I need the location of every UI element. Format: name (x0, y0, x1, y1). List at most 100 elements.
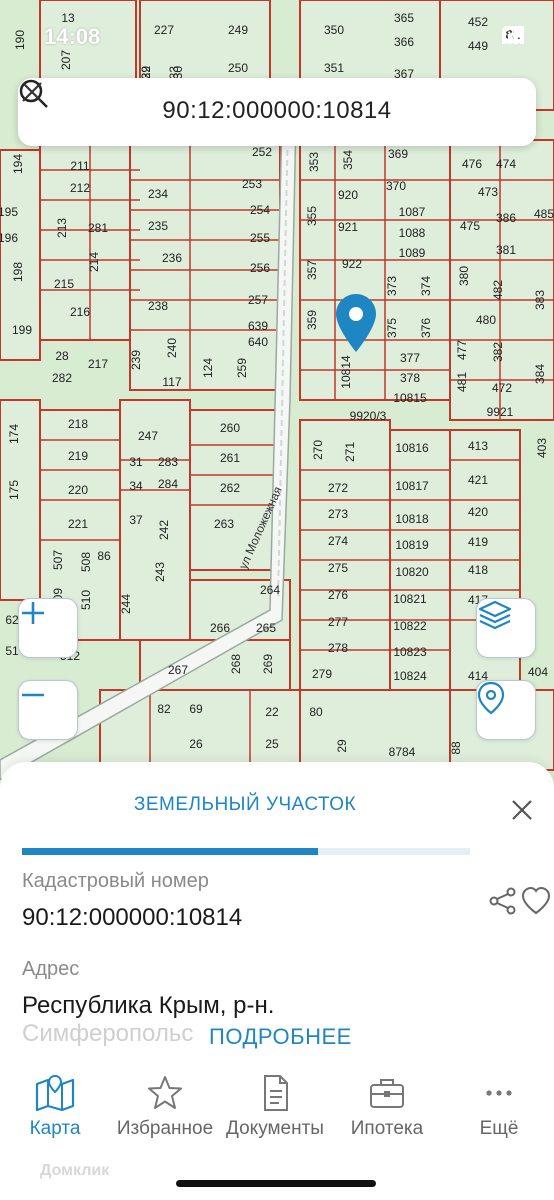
parcel-label[interactable]: 276 (328, 588, 348, 602)
parcel-label[interactable]: 264 (260, 583, 280, 597)
parcel-label[interactable]: 381 (496, 243, 516, 257)
parcel-label[interactable]: 88 (449, 741, 463, 755)
parcel-label[interactable]: 257 (248, 293, 268, 307)
parcel-label[interactable]: 10818 (395, 512, 429, 526)
parcel-label[interactable]: 380 (457, 266, 471, 286)
parcel-label[interactable]: 351 (324, 61, 344, 75)
close-icon[interactable] (508, 796, 536, 824)
parcel-label[interactable]: 218 (68, 417, 88, 431)
parcel-label[interactable]: 482 (491, 280, 505, 300)
parcel-label[interactable]: 353 (307, 152, 321, 172)
parcel-label[interactable]: 421 (468, 473, 488, 487)
parcel-label[interactable]: 215 (54, 277, 74, 291)
parcel-label[interactable]: 269 (261, 654, 275, 674)
parcel-label[interactable]: 213 (55, 218, 69, 238)
parcel-label[interactable]: 80 (309, 705, 323, 719)
parcel-label[interactable]: 217 (88, 357, 108, 371)
parcel-label[interactable]: 267 (168, 663, 188, 677)
parcel-label[interactable]: 921 (338, 220, 358, 234)
search-input[interactable]: 90:12:000000:10814 (18, 97, 536, 125)
close-icon[interactable] (18, 78, 46, 106)
parcel-label[interactable]: 507 (51, 550, 65, 570)
parcel-label[interactable]: 266 (210, 621, 230, 635)
parcel-label[interactable]: 384 (533, 364, 547, 384)
parcel-label[interactable]: 28 (55, 349, 69, 363)
parcel-label[interactable]: 10820 (395, 565, 429, 579)
parcel-label[interactable]: 86 (97, 549, 111, 563)
parcel-label[interactable]: 25 (265, 737, 279, 751)
parcel-label[interactable]: 174 (7, 424, 21, 444)
parcel-label[interactable]: 10817 (395, 479, 429, 493)
parcel-label[interactable]: 9921 (487, 405, 514, 419)
parcel-label[interactable]: 9920/3 (350, 409, 387, 423)
parcel-label[interactable]: 481 (455, 372, 469, 392)
parcel-label[interactable]: 1089 (399, 246, 426, 260)
parcel-label[interactable]: 263 (214, 517, 234, 531)
parcel-label[interactable]: 252 (252, 145, 272, 159)
parcel-label[interactable]: 277 (328, 615, 348, 629)
parcel-label[interactable]: 234 (148, 187, 168, 201)
parcel-label[interactable]: 639 (248, 319, 268, 333)
parcel-label[interactable]: 212 (70, 181, 90, 195)
map-view[interactable]: 13 227 249 350 365 452 366 449 250 351 367 211 212 25… (0, 0, 554, 780)
heart-icon[interactable] (520, 886, 552, 916)
parcel-label[interactable]: 10823 (393, 645, 427, 659)
tab-map[interactable]: Карта (0, 1064, 110, 1154)
parcel-label[interactable]: 418 (468, 563, 488, 577)
parcel-label[interactable]: 272 (328, 481, 348, 495)
parcel-label[interactable]: 275 (328, 561, 348, 575)
parcel-label[interactable]: 271 (343, 442, 357, 462)
parcel-label[interactable]: 62 (5, 613, 19, 627)
parcel-label[interactable]: 357 (305, 260, 319, 280)
selected-parcel-label[interactable]: 10814 (339, 355, 353, 389)
search-bar[interactable]: 90:12:000000:10814 (18, 78, 536, 146)
parcel-label[interactable]: 369 (388, 147, 408, 161)
parcel-label[interactable]: 1087 (399, 205, 426, 219)
parcel-label[interactable]: 235 (148, 219, 168, 233)
parcel-label[interactable]: 475 (460, 219, 480, 233)
parcel-label[interactable]: 375 (385, 318, 399, 338)
parcel-label[interactable]: 199 (12, 323, 32, 337)
parcel-label[interactable]: 10816 (395, 441, 429, 455)
parcel-label[interactable]: 373 (385, 276, 399, 296)
parcel-label[interactable]: 259 (235, 358, 249, 378)
parcel-label[interactable]: 10824 (393, 669, 427, 683)
parcel-label[interactable]: 247 (138, 429, 158, 443)
parcel-label[interactable]: 1088 (399, 226, 426, 240)
parcel-label[interactable]: 8784 (389, 745, 416, 759)
parcel-label[interactable]: 10821 (393, 592, 427, 606)
parcel-label[interactable]: 268 (229, 654, 243, 674)
parcel-label[interactable]: 283 (158, 455, 178, 469)
parcel-label[interactable]: 284 (158, 477, 178, 491)
parcel-label[interactable]: 480 (476, 313, 496, 327)
parcel-label[interactable]: 477 (455, 340, 469, 360)
parcel-label[interactable]: 242 (157, 520, 171, 540)
parcel-label[interactable]: 29 (335, 739, 349, 753)
parcel-label[interactable]: 243 (153, 562, 167, 582)
parcel-label[interactable]: 31 (129, 455, 143, 469)
parcel-label[interactable]: 473 (478, 185, 498, 199)
parcel-label[interactable]: 51 (5, 644, 19, 658)
parcel-label[interactable]: 922 (342, 257, 362, 271)
layers-button[interactable] (476, 598, 536, 658)
parcel-label[interactable]: 377 (400, 351, 420, 365)
parcel-label[interactable]: 124 (201, 358, 215, 378)
parcel-label[interactable]: 244 (119, 594, 133, 614)
parcel-label[interactable]: 386 (496, 211, 516, 225)
parcel-label[interactable]: 378 (400, 371, 420, 385)
parcel-label[interactable]: 238 (148, 299, 168, 313)
parcel-label[interactable]: 420 (468, 505, 488, 519)
parcel-label[interactable]: 175 (7, 480, 21, 500)
parcel-label[interactable]: 413 (468, 439, 488, 453)
parcel-label[interactable]: 211 (70, 159, 89, 173)
parcel-label[interactable]: 374 (419, 276, 433, 296)
parcel-label[interactable]: 220 (68, 483, 88, 497)
parcel-label[interactable]: 10815 (393, 391, 427, 405)
parcel-label[interactable]: 221 (68, 517, 88, 531)
parcel-label[interactable]: 195 (0, 205, 18, 219)
parcel-label[interactable]: 281 (88, 221, 108, 235)
parcel-label[interactable]: 476 (462, 157, 482, 171)
parcel-label[interactable]: 404 (528, 665, 548, 679)
parcel-label[interactable]: 255 (250, 231, 270, 245)
parcel-label[interactable]: 270 (311, 440, 325, 460)
